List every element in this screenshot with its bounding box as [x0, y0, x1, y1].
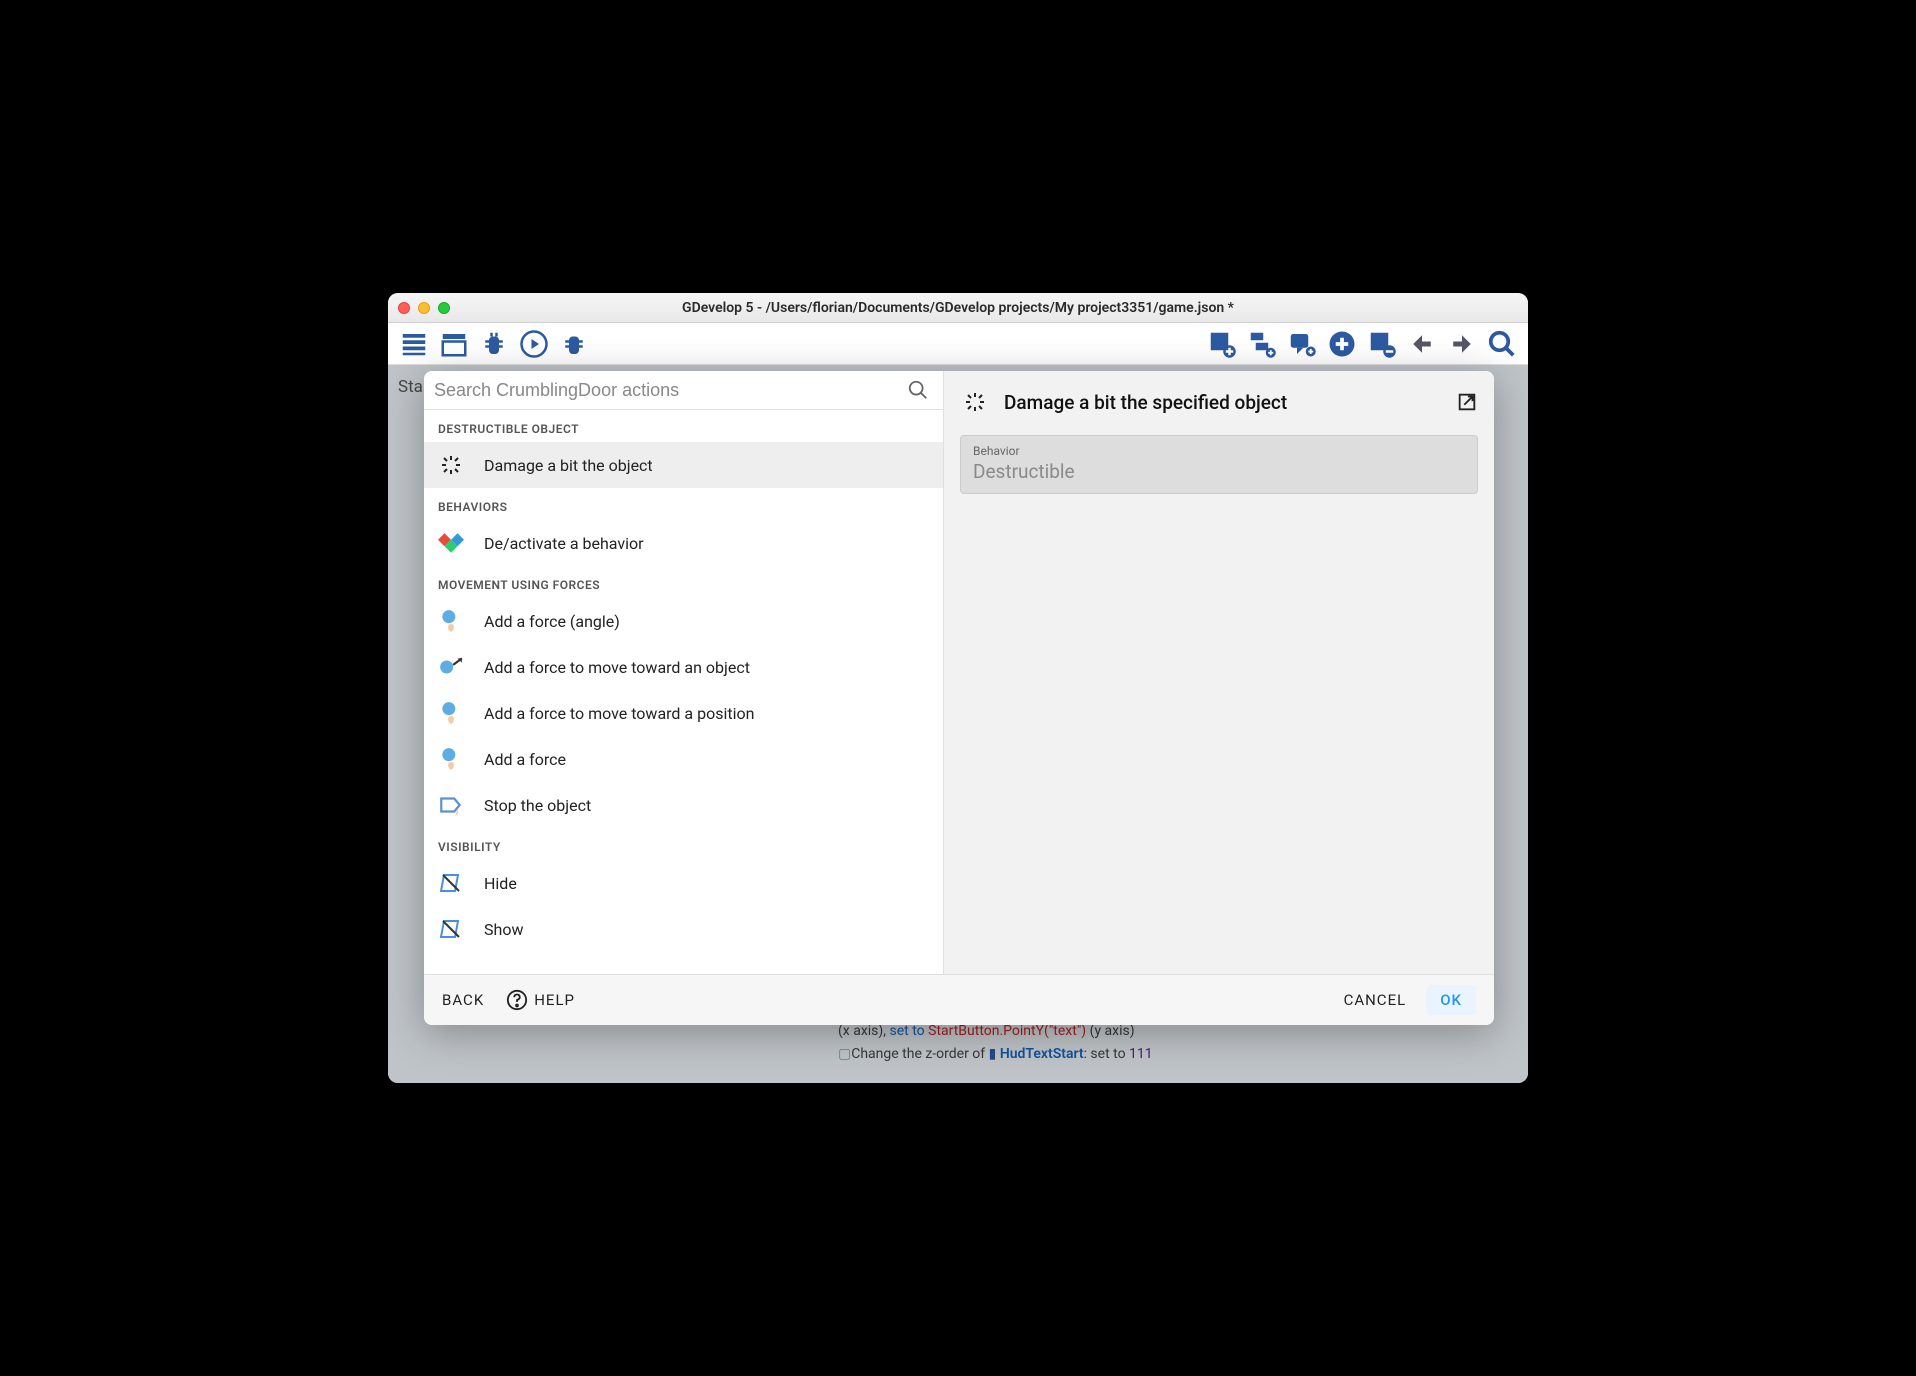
group-header: DESTRUCTIBLE OBJECT	[424, 410, 943, 442]
cancel-button[interactable]: CANCEL	[1344, 991, 1407, 1009]
param-label: Behavior	[973, 444, 1465, 458]
action-label: Add a force to move toward a position	[484, 704, 754, 723]
action-label: Add a force to move toward an object	[484, 658, 750, 677]
project-panel-icon[interactable]	[396, 326, 432, 362]
add-special-icon[interactable]	[1324, 326, 1360, 362]
search-icon[interactable]	[907, 379, 929, 401]
details-header: Damage a bit the specified object	[960, 387, 1478, 417]
action-label: Show	[484, 920, 523, 939]
action-label: Hide	[484, 874, 517, 893]
burst-icon	[436, 450, 466, 480]
details-title: Damage a bit the specified object	[1004, 391, 1442, 414]
action-hide[interactable]: Hide	[424, 860, 943, 906]
action-add-force-toward-position[interactable]: Add a force to move toward a position	[424, 690, 943, 736]
finger-icon	[436, 744, 466, 774]
open-external-icon[interactable]	[1456, 391, 1478, 413]
action-damage-object[interactable]: Damage a bit the object	[424, 442, 943, 488]
stop-icon	[436, 790, 466, 820]
minimize-window-button[interactable]	[418, 302, 430, 314]
properties-panel-icon[interactable]	[436, 326, 472, 362]
window-controls	[398, 302, 450, 314]
layer-icon	[436, 914, 466, 944]
behavior-param-field[interactable]: Behavior Destructible	[960, 435, 1478, 494]
action-label: Stop the object	[484, 796, 591, 815]
action-stop-object[interactable]: Stop the object	[424, 782, 943, 828]
close-window-button[interactable]	[398, 302, 410, 314]
action-add-force-angle[interactable]: Add a force (angle)	[424, 598, 943, 644]
app-window: GDevelop 5 - /Users/florian/Documents/GD…	[388, 293, 1528, 1083]
finger-icon	[436, 606, 466, 636]
action-toggle-behavior[interactable]: De/activate a behavior	[424, 520, 943, 566]
action-show[interactable]: Show	[424, 906, 943, 952]
add-event-icon[interactable]	[1204, 326, 1240, 362]
debug2-icon[interactable]	[556, 326, 592, 362]
layer-icon	[436, 868, 466, 898]
burst-icon	[960, 387, 990, 417]
puzzle-icon	[436, 528, 466, 558]
action-add-force-toward-object[interactable]: Add a force to move toward an object	[424, 644, 943, 690]
actions-list[interactable]: DESTRUCTIBLE OBJECT Damage a bit the obj…	[424, 410, 943, 974]
back-button[interactable]: BACK	[442, 991, 484, 1009]
actions-left-panel: DESTRUCTIBLE OBJECT Damage a bit the obj…	[424, 371, 944, 974]
dialog-footer: BACK HELP CANCEL OK	[424, 974, 1494, 1025]
help-button[interactable]: HELP	[506, 989, 575, 1011]
debug-icon[interactable]	[476, 326, 512, 362]
ok-button[interactable]: OK	[1426, 985, 1476, 1015]
param-value: Destructible	[973, 460, 1465, 483]
play-icon[interactable]	[516, 326, 552, 362]
group-header: BEHAVIORS	[424, 488, 943, 520]
action-label: Damage a bit the object	[484, 456, 653, 475]
group-header: MOVEMENT USING FORCES	[424, 566, 943, 598]
action-add-force[interactable]: Add a force	[424, 736, 943, 782]
delete-event-icon[interactable]	[1364, 326, 1400, 362]
action-label: Add a force (angle)	[484, 612, 620, 631]
main-toolbar	[388, 323, 1528, 365]
action-label: De/activate a behavior	[484, 534, 644, 553]
finger-arrow-icon	[436, 652, 466, 682]
action-details-panel: Damage a bit the specified object Behavi…	[944, 371, 1494, 974]
search-input[interactable]	[434, 380, 907, 401]
finger-icon	[436, 698, 466, 728]
group-header: VISIBILITY	[424, 828, 943, 860]
search-toolbar-icon[interactable]	[1484, 326, 1520, 362]
add-subevent-icon[interactable]	[1244, 326, 1280, 362]
window-title: GDevelop 5 - /Users/florian/Documents/GD…	[388, 300, 1528, 316]
redo-icon[interactable]	[1444, 326, 1480, 362]
maximize-window-button[interactable]	[438, 302, 450, 314]
search-row	[424, 371, 943, 410]
add-comment-icon[interactable]	[1284, 326, 1320, 362]
action-picker-dialog: DESTRUCTIBLE OBJECT Damage a bit the obj…	[424, 371, 1494, 1025]
action-label: Add a force	[484, 750, 566, 769]
titlebar: GDevelop 5 - /Users/florian/Documents/GD…	[388, 293, 1528, 323]
undo-icon[interactable]	[1404, 326, 1440, 362]
